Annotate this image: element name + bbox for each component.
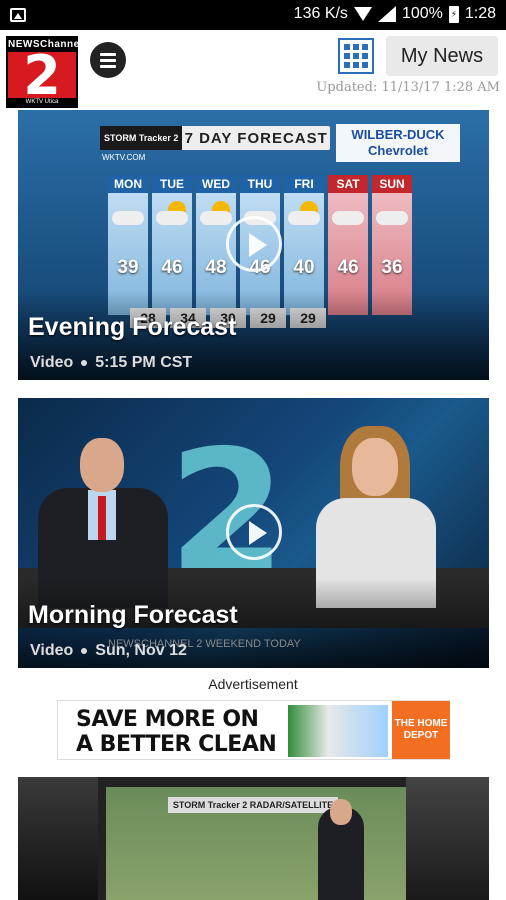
hamburger-icon-line	[100, 65, 116, 68]
advertisement-banner[interactable]: SAVE MORE ON A BETTER CLEAN THE HOME DEP…	[57, 700, 450, 760]
wifi-icon	[353, 7, 372, 21]
cloud-icon	[332, 211, 364, 225]
grid-icon-cell	[362, 62, 368, 68]
clock: 1:28	[464, 5, 496, 22]
separator-dot	[81, 648, 88, 654]
cloud-icon	[288, 211, 320, 225]
day-name: SAT	[328, 175, 368, 193]
menu-button[interactable]	[90, 42, 126, 78]
advertisement-label: Advertisement	[208, 676, 298, 692]
studio-monitor-right	[406, 777, 489, 900]
video-card-morning-forecast[interactable]: 2 NEWSCHANNEL 2 WEEKEND TODAY Morning Fo…	[18, 398, 489, 668]
grid-icon-cell	[353, 53, 359, 59]
day-high: 40	[293, 257, 315, 278]
grid-icon-cell	[362, 53, 368, 59]
card-type: Video	[30, 354, 74, 371]
day-name: FRI	[284, 175, 324, 193]
news-channel-2-logo[interactable]: NEWSChannel 2 WKTV Utica	[6, 36, 82, 108]
day-high: 48	[205, 257, 227, 278]
day-high: 36	[381, 257, 403, 278]
home-depot-logo: THE HOME DEPOT	[392, 701, 450, 759]
grid-icon-cell	[353, 62, 359, 68]
anchor-head	[352, 438, 398, 496]
card-meta: Video Sun, Nov 12	[30, 642, 187, 660]
my-news-button[interactable]: My News	[386, 36, 498, 76]
card-time: 5:15 PM CST	[95, 354, 193, 371]
card-type: Video	[30, 642, 74, 659]
grid-icon-cell	[353, 44, 359, 50]
cloud-icon	[376, 211, 408, 225]
ad-product-image	[288, 705, 388, 757]
ad-headline: SAVE MORE ON A BETTER CLEAN	[76, 707, 277, 757]
day-name: MON	[108, 175, 148, 193]
day-name: THU	[240, 175, 280, 193]
anchor-head	[80, 438, 124, 492]
cloud-icon	[200, 211, 232, 225]
card-meta: Video 5:15 PM CST	[30, 354, 192, 372]
card-title: Morning Forecast	[28, 601, 238, 629]
separator-dot	[81, 360, 88, 366]
day-high: 39	[117, 257, 139, 278]
meteorologist-head	[330, 799, 352, 825]
status-bar: 136 K/s 100% ⚡ 1:28	[0, 0, 506, 30]
forecast-url: WKTV.COM	[102, 153, 146, 162]
day-high: 46	[337, 257, 359, 278]
grid-icon-cell	[344, 62, 350, 68]
cloud-icon	[112, 211, 144, 225]
hamburger-icon-line	[100, 59, 116, 62]
day-name: TUE	[152, 175, 192, 193]
battery-icon: ⚡	[448, 5, 459, 23]
logo-bottom-text: WKTV Utica	[8, 98, 76, 106]
video-card-evening-forecast[interactable]: STORM Tracker 2 7 DAY FORECAST WKTV.COM …	[18, 110, 489, 380]
logo-number: 2	[8, 49, 76, 103]
network-speed: 136 K/s	[293, 5, 348, 22]
forecast-banner: STORM Tracker 2 7 DAY FORECAST	[100, 126, 330, 150]
card-title: Evening Forecast	[28, 313, 237, 341]
grid-icon	[344, 44, 350, 50]
day-name: WED	[196, 175, 236, 193]
anchor-tie	[98, 496, 106, 540]
ad-headline-line2: A BETTER CLEAN	[76, 732, 277, 757]
app-header: NEWSChannel 2 WKTV Utica My News Updated…	[0, 30, 506, 108]
play-icon[interactable]	[226, 504, 282, 560]
forecast-banner-title: 7 DAY FORECAST	[184, 129, 328, 147]
storm-tracker-logo: STORM Tracker 2	[100, 126, 183, 150]
signal-icon	[377, 6, 396, 22]
image-notification-icon	[10, 8, 26, 22]
card-time: Sun, Nov 12	[95, 642, 187, 659]
day-high: 46	[161, 257, 183, 278]
battery-percent: 100%	[401, 5, 443, 22]
cloud-icon	[156, 211, 188, 225]
hamburger-icon	[100, 53, 116, 56]
radar-banner: STORM Tracker 2 RADAR/SATELLITE	[168, 797, 338, 813]
day-name: SUN	[372, 175, 412, 193]
grid-icon-cell	[344, 53, 350, 59]
ad-headline-line1: SAVE MORE ON	[76, 707, 259, 732]
grid-icon-cell	[362, 44, 368, 50]
status-bar-right: 136 K/s 100% ⚡ 1:28	[294, 5, 496, 23]
forecast-sponsor: WILBER-DUCK Chevrolet	[336, 124, 460, 162]
grid-view-button[interactable]	[338, 38, 374, 74]
studio-monitor-left	[18, 777, 98, 900]
updated-timestamp: Updated: 11/13/17 1:28 AM	[316, 80, 500, 95]
video-card-radar[interactable]: STORM Tracker 2 RADAR/SATELLITE	[18, 777, 489, 900]
play-icon[interactable]	[226, 216, 282, 272]
